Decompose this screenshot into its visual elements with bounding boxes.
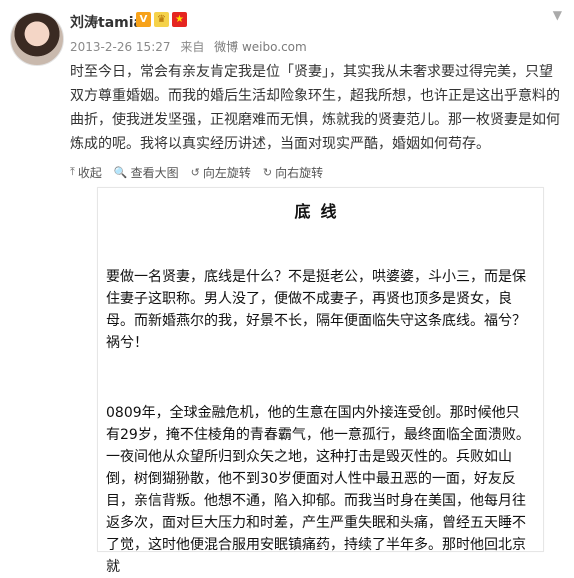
post-date[interactable]: 2013-2-26 15:27 [70,40,171,54]
crown-icon[interactable]: ♛ [154,12,169,27]
china-flag-icon[interactable]: ★ [172,12,187,27]
post-text: 时至今日，常会有亲友肯定我是位「贤妻」，其实我从未奢求要过得完美，只望双方尊重婚… [70,64,560,152]
author-badges: V ♛ ★ [136,12,187,27]
post-from-label: 来自 [180,40,205,54]
rotate-left-label: 向左旋转 [202,165,251,180]
rotate-right-icon: ↻ [262,165,273,179]
dropdown-arrow-icon[interactable]: ▼ [553,8,562,22]
image-toolbar: ⤒ 收起 🔍 查看大图 ↺ 向左旋转 ↻ 向右旋转 [70,162,323,182]
zoom-icon: 🔍 [113,165,128,179]
collapse-icon: ⤒ [70,165,75,178]
image-paragraph-2: 0809年，全球金融危机，他的生意在国内外接连受创。那时候他只有29岁，掩不住棱… [106,405,530,575]
rotate-right-label: 向右旋转 [275,165,324,180]
rotate-left-icon: ↺ [190,165,200,179]
post-meta: 2013-2-26 15:27 来自 微博 weibo.com [70,38,313,55]
view-large-button[interactable]: 🔍 查看大图 [114,164,179,181]
collapse-label: 收起 [77,165,102,180]
avatar[interactable] [10,12,64,66]
post-image[interactable]: 底线 要做一名贤妻，底线是什么？不是挺老公，哄婆婆，斗小三，而是保住妻子这职称。… [97,187,544,575]
verified-v-icon[interactable]: V [136,12,151,27]
rotate-right-button[interactable]: ↻ 向右旋转 [263,164,323,181]
rotate-left-button[interactable]: ↺ 向左旋转 [191,164,251,181]
collapse-button[interactable]: ⤒ 收起 [70,164,102,181]
image-paragraph-1: 要做一名贤妻，底线是什么？不是挺老公，哄婆婆，斗小三，而是保住妻子这职称。男人没… [106,269,526,351]
image-title: 底线 [294,202,347,221]
view-large-label: 查看大图 [130,165,179,180]
author-name[interactable]: 刘涛tamia [70,12,143,32]
post-source[interactable]: 微博 weibo.com [214,40,307,54]
